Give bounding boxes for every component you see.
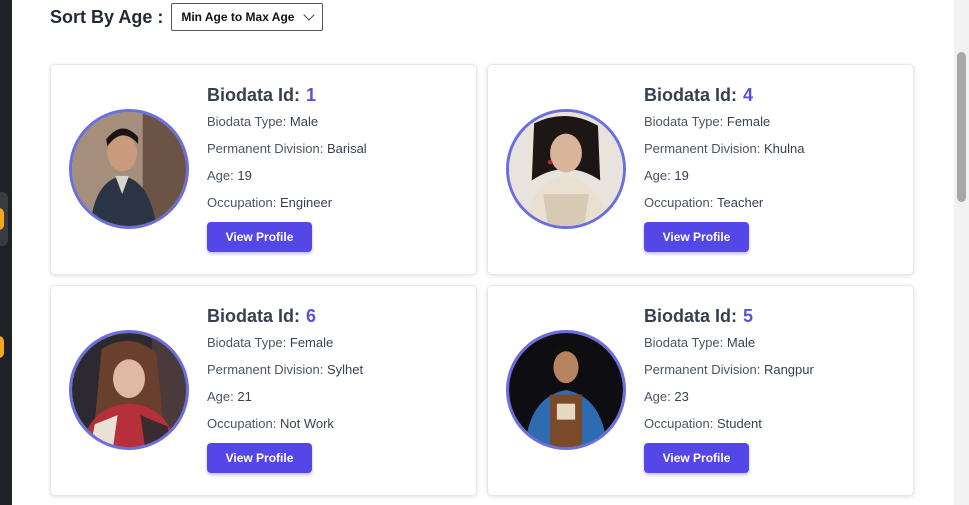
biodata-type-value: Female [289, 335, 334, 350]
biodata-id-label: Biodata Id: [644, 306, 737, 326]
occupation-value: Teacher [717, 195, 764, 210]
biodata-card: Biodata Id: 1 Biodata Type: Male Permanen… [50, 64, 477, 275]
age-label: Age: [207, 389, 234, 404]
occupation-label: Occupation: [207, 195, 277, 210]
occupation-label: Occupation: [644, 416, 714, 431]
biodata-type-value: Male [726, 335, 756, 350]
biodata-id-heading: Biodata Id: 6 [207, 304, 466, 328]
profile-photo [69, 330, 189, 450]
division-row: Permanent Division: Sylhet [207, 360, 466, 387]
view-profile-button[interactable]: View Profile [644, 443, 749, 473]
division-value: Rangpur [763, 362, 814, 377]
biodata-info: Biodata Id: 5 Biodata Type: Male Permanen… [644, 304, 903, 473]
view-profile-button[interactable]: View Profile [207, 222, 312, 252]
division-row: Permanent Division: Barisal [207, 139, 466, 166]
biodata-type-label: Biodata Type: [207, 335, 287, 350]
occupation-row: Occupation: Not Work [207, 414, 466, 441]
age-value: 21 [237, 389, 252, 404]
age-row: Age: 21 [207, 387, 466, 414]
biodata-card: Biodata Id: 4 Biodata Type: Female Perman… [487, 64, 914, 275]
biodata-id-heading: Biodata Id: 1 [207, 83, 466, 107]
division-label: Permanent Division: [644, 141, 761, 156]
occupation-row: Occupation: Engineer [207, 193, 466, 220]
occupation-value: Engineer [280, 195, 333, 210]
age-label: Age: [207, 168, 234, 183]
division-value: Khulna [763, 141, 805, 156]
biodata-card: Biodata Id: 6 Biodata Type: Female Perman… [50, 285, 477, 496]
biodata-id-label: Biodata Id: [207, 306, 300, 326]
biodata-id-value: 4 [743, 85, 754, 105]
biodata-type-row: Biodata Type: Male [644, 333, 903, 360]
division-label: Permanent Division: [207, 141, 324, 156]
side-notification-dot [0, 336, 4, 358]
biodata-id-heading: Biodata Id: 5 [644, 304, 903, 328]
chevron-down-icon [303, 9, 316, 21]
sort-selected-value: Min Age to Max Age [181, 10, 295, 24]
biodata-page: Sort By Age : Min Age to Max Age Biodata… [12, 0, 954, 505]
biodata-id-label: Biodata Id: [207, 85, 300, 105]
division-row: Permanent Division: Khulna [644, 139, 903, 166]
view-profile-button[interactable]: View Profile [644, 222, 749, 252]
occupation-row: Occupation: Teacher [644, 193, 903, 220]
biodata-type-row: Biodata Type: Male [207, 112, 466, 139]
division-label: Permanent Division: [644, 362, 761, 377]
vertical-scrollbar[interactable] [954, 0, 969, 505]
profile-photo [69, 109, 189, 229]
biodata-type-label: Biodata Type: [644, 335, 724, 350]
biodata-type-row: Biodata Type: Female [644, 112, 903, 139]
biodata-type-row: Biodata Type: Female [207, 333, 466, 360]
division-value: Sylhet [326, 362, 364, 377]
profile-photo [506, 330, 626, 450]
occupation-label: Occupation: [207, 416, 277, 431]
age-row: Age: 19 [644, 166, 903, 193]
occupation-label: Occupation: [644, 195, 714, 210]
sort-label: Sort By Age : [50, 6, 164, 27]
profile-photo [506, 109, 626, 229]
age-value: 19 [674, 168, 689, 183]
biodata-type-label: Biodata Type: [207, 114, 287, 129]
biodata-type-label: Biodata Type: [644, 114, 724, 129]
division-row: Permanent Division: Rangpur [644, 360, 903, 387]
age-value: 23 [674, 389, 689, 404]
biodata-type-value: Female [726, 114, 771, 129]
view-profile-button[interactable]: View Profile [207, 443, 312, 473]
sort-bar: Sort By Age : Min Age to Max Age [50, 3, 324, 31]
occupation-value: Student [717, 416, 762, 431]
biodata-card: Biodata Id: 5 Biodata Type: Male Permanen… [487, 285, 914, 496]
biodata-id-label: Biodata Id: [644, 85, 737, 105]
biodata-info: Biodata Id: 4 Biodata Type: Female Perman… [644, 83, 903, 252]
biodata-type-value: Male [289, 114, 319, 129]
occupation-row: Occupation: Student [644, 414, 903, 441]
biodata-id-value: 6 [306, 306, 317, 326]
side-notification-dot [0, 208, 4, 230]
sort-age-select[interactable]: Min Age to Max Age [171, 3, 324, 31]
biodata-id-value: 5 [743, 306, 754, 326]
age-label: Age: [644, 389, 671, 404]
age-value: 19 [237, 168, 252, 183]
biodata-info: Biodata Id: 6 Biodata Type: Female Perman… [207, 304, 466, 473]
division-label: Permanent Division: [207, 362, 324, 377]
occupation-value: Not Work [280, 416, 334, 431]
biodata-id-heading: Biodata Id: 4 [644, 83, 903, 107]
scrollbar-thumb[interactable] [957, 52, 966, 202]
age-label: Age: [644, 168, 671, 183]
biodata-id-value: 1 [306, 85, 317, 105]
biodata-info: Biodata Id: 1 Biodata Type: Male Permanen… [207, 83, 466, 252]
age-row: Age: 23 [644, 387, 903, 414]
browser-side-strip [0, 0, 12, 505]
division-value: Barisal [326, 141, 367, 156]
age-row: Age: 19 [207, 166, 466, 193]
